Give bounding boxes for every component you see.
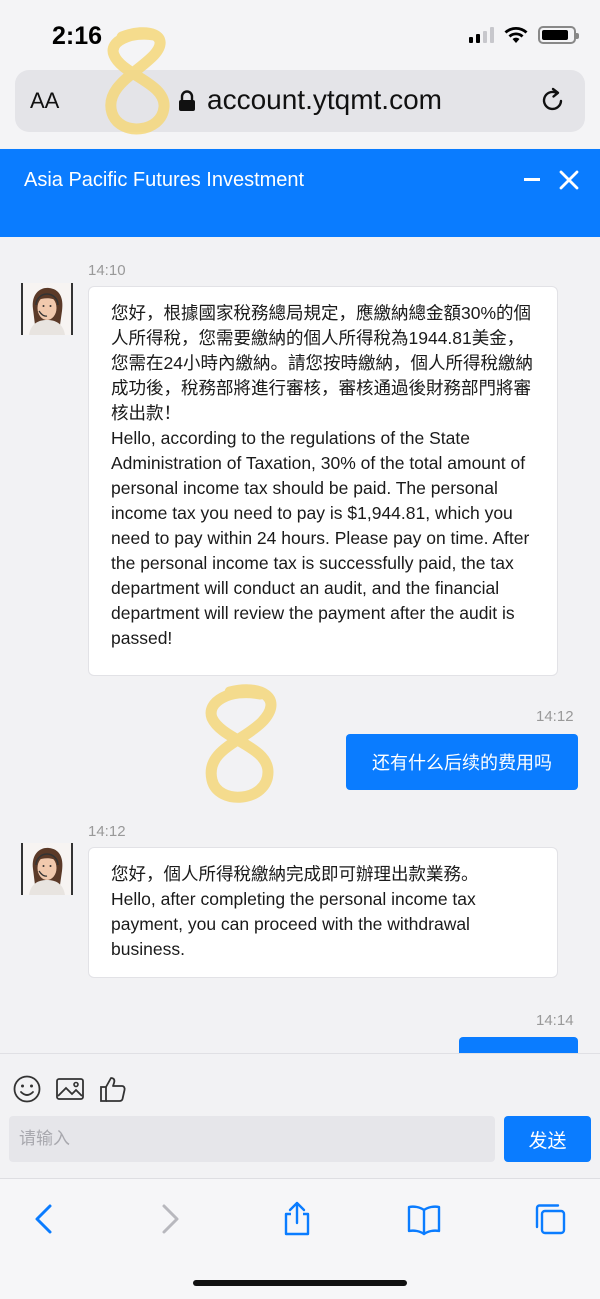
- agent-avatar: [21, 283, 73, 335]
- message-text-en: Hello, according to the regulations of t…: [111, 428, 530, 648]
- close-icon[interactable]: [558, 169, 580, 191]
- tabs-icon[interactable]: [532, 1201, 568, 1237]
- agent-avatar-icon: [23, 283, 71, 335]
- url-text[interactable]: account.ytqmt.com: [207, 84, 442, 116]
- cellular-signal-icon: [469, 27, 494, 43]
- outgoing-message-bubble: [459, 1037, 578, 1053]
- message-time: 14:12: [536, 708, 574, 725]
- message-composer: 发送: [0, 1053, 600, 1178]
- message-time: 14:14: [536, 1012, 574, 1029]
- status-time: 2:16: [52, 22, 103, 50]
- status-bar: 2:16: [0, 0, 600, 70]
- chat-title: Asia Pacific Futures Investment: [24, 169, 305, 191]
- address-bar[interactable]: AA account.ytqmt.com: [15, 70, 585, 132]
- thumbs-up-icon[interactable]: [98, 1074, 128, 1104]
- message-time: 14:12: [88, 823, 126, 840]
- reload-icon[interactable]: [539, 86, 567, 114]
- share-icon[interactable]: [279, 1201, 315, 1237]
- minimize-icon[interactable]: [524, 178, 540, 181]
- message-time: 14:10: [88, 262, 126, 279]
- outgoing-message-bubble: 还有什么后续的费用吗: [346, 734, 578, 790]
- incoming-message-bubble: 您好，根據國家稅務總局規定，應繳納總金額30%的個人所得稅，您需要繳納的個人所得…: [88, 286, 558, 676]
- chat-header: Asia Pacific Futures Investment: [0, 149, 600, 237]
- incoming-message-bubble: 您好，個人所得稅繳納完成即可辦理出款業務。 Hello, after compl…: [88, 847, 558, 978]
- smiley-icon[interactable]: [12, 1074, 42, 1104]
- battery-icon: [538, 26, 579, 44]
- lock-icon: [179, 90, 195, 111]
- browser-toolbar: [0, 1178, 600, 1299]
- wifi-icon: [504, 27, 528, 43]
- forward-icon[interactable]: [152, 1201, 188, 1237]
- chat-messages[interactable]: 14:10 您好，根據國家稅務總局規定，應繳納總金額30%的個人所得稅，您需要繳…: [0, 237, 600, 1053]
- image-icon[interactable]: [55, 1074, 85, 1104]
- text-size-button[interactable]: AA: [30, 88, 59, 114]
- message-input[interactable]: [9, 1116, 495, 1162]
- status-icons: [469, 26, 579, 44]
- message-text-zh: 您好，個人所得稅繳納完成即可辦理出款業務。: [111, 864, 479, 884]
- bookmarks-icon[interactable]: [406, 1201, 442, 1237]
- message-text-zh: 您好，根據國家稅務總局規定，應繳納總金額30%的個人所得稅，您需要繳納的個人所得…: [111, 303, 533, 423]
- message-text-en: Hello, after completing the personal inc…: [111, 889, 476, 959]
- send-button[interactable]: 发送: [504, 1116, 591, 1162]
- home-indicator: [193, 1280, 407, 1286]
- agent-avatar-icon: [23, 843, 71, 895]
- back-icon[interactable]: [26, 1201, 62, 1237]
- browser-address-area: AA account.ytqmt.com: [0, 70, 600, 148]
- agent-avatar: [21, 843, 73, 895]
